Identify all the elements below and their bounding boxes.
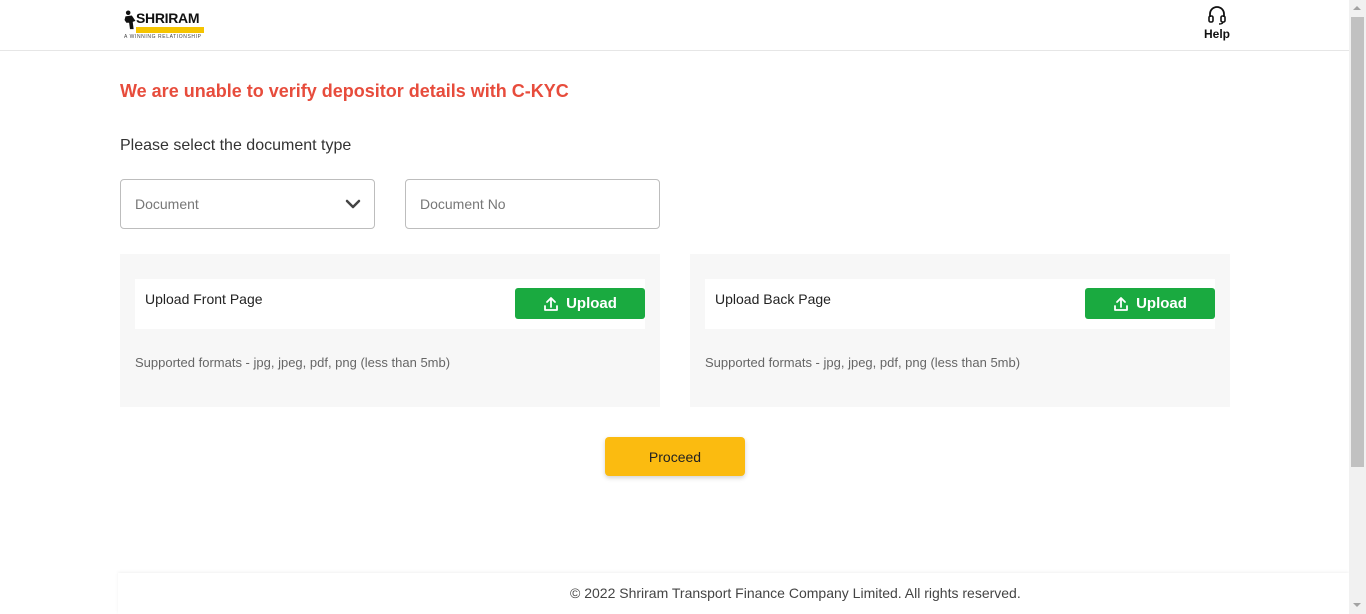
help-label: Help bbox=[1203, 27, 1230, 41]
headset-icon bbox=[1208, 6, 1226, 25]
document-number-input[interactable] bbox=[405, 179, 660, 229]
chevron-down-icon bbox=[345, 199, 361, 209]
upload-front-button[interactable]: Upload bbox=[515, 288, 645, 319]
upload-front-label: Upload Front Page bbox=[145, 291, 263, 307]
scroll-down-arrow[interactable] bbox=[1353, 603, 1361, 607]
proceed-button[interactable]: Proceed bbox=[605, 437, 745, 476]
footer: © 2022 Shriram Transport Finance Company… bbox=[118, 573, 1349, 614]
verification-error-title: We are unable to verify depositor detail… bbox=[120, 81, 569, 101]
upload-back-button-label: Upload bbox=[1136, 295, 1187, 312]
scroll-thumb[interactable] bbox=[1351, 17, 1364, 467]
upload-back-label: Upload Back Page bbox=[715, 291, 831, 307]
upload-back-row: Upload Back Page Upload bbox=[705, 279, 1215, 329]
logo-figure-icon bbox=[124, 10, 136, 30]
upload-back-panel: Upload Back Page Upload Supported format… bbox=[690, 254, 1230, 407]
upload-back-formats: Supported formats - jpg, jpeg, pdf, png … bbox=[705, 355, 1021, 370]
upload-front-formats: Supported formats - jpg, jpeg, pdf, png … bbox=[135, 355, 451, 370]
upload-icon bbox=[544, 296, 558, 311]
page-scrollbar[interactable] bbox=[1349, 0, 1366, 614]
help-button[interactable]: Help bbox=[1197, 5, 1237, 45]
logo-brand: SHRIRAM bbox=[136, 10, 200, 26]
upload-front-row: Upload Front Page Upload bbox=[135, 279, 645, 329]
document-select-placeholder: Document bbox=[135, 196, 199, 212]
header-bar: SHRIRAM A WINNING RELATIONSHIP Help bbox=[0, 0, 1349, 51]
document-type-select[interactable]: Document bbox=[120, 179, 375, 229]
scroll-up-arrow[interactable] bbox=[1353, 6, 1361, 10]
logo-tagline: A WINNING RELATIONSHIP bbox=[124, 34, 202, 40]
upload-icon bbox=[1114, 296, 1128, 311]
document-type-label: Please select the document type bbox=[120, 137, 352, 154]
logo-yellow-bar bbox=[136, 27, 204, 33]
copyright-text: © 2022 Shriram Transport Finance Company… bbox=[570, 585, 1021, 601]
upload-front-button-label: Upload bbox=[566, 295, 617, 312]
shriram-logo[interactable]: SHRIRAM A WINNING RELATIONSHIP bbox=[123, 8, 207, 42]
upload-front-panel: Upload Front Page Upload Supported forma… bbox=[120, 254, 660, 407]
upload-back-button[interactable]: Upload bbox=[1085, 288, 1215, 319]
